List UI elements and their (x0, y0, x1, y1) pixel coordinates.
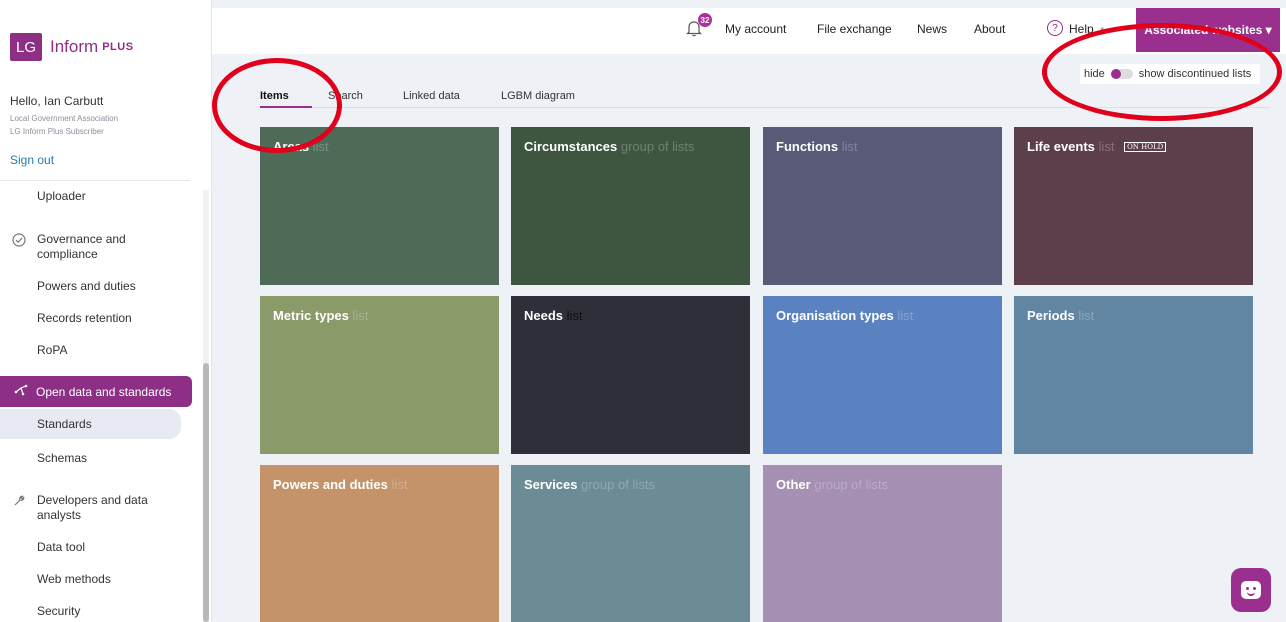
logo-name: Inform (50, 37, 99, 56)
tile-organisation-types[interactable]: Organisation types list (763, 296, 1002, 454)
sidebar-item-standards[interactable]: Standards (0, 409, 181, 439)
user-role: LG Inform Plus Subscriber (10, 127, 104, 136)
tile-title: Powers and duties (273, 477, 388, 492)
logo[interactable]: LG Inform PLUS (10, 33, 134, 61)
tile-metric-types[interactable]: Metric types list (260, 296, 499, 454)
sidebar-item-label: Uploader (37, 189, 86, 203)
logo-badge: LG (10, 33, 42, 61)
notification-badge: 32 (698, 13, 712, 27)
tile-kind: list (352, 308, 369, 323)
sidebar-item-governance[interactable]: Governance and compliance (11, 232, 157, 262)
sidebar-item-label: Developers and data analysts (37, 493, 148, 522)
tile-title: Services (524, 477, 578, 492)
annotation-oval-toggle (1042, 23, 1282, 121)
on-hold-badge: ON HOLD (1124, 142, 1167, 152)
sidebar-item-label: RoPA (37, 343, 68, 357)
tile-title: Periods (1027, 308, 1075, 323)
news-link[interactable]: News (917, 22, 947, 36)
tile-title: Functions (776, 139, 839, 154)
tile-kind: group of lists (581, 477, 655, 492)
sidebar-item-label: Governance and compliance (37, 232, 126, 261)
tile-kind: list (391, 477, 408, 492)
tile-title: Organisation types (776, 308, 894, 323)
tile-services[interactable]: Services group of lists (511, 465, 750, 622)
tab-lgbm-diagram[interactable]: LGBM diagram (501, 90, 575, 102)
tile-functions[interactable]: Functions list (763, 127, 1002, 285)
tile-title: Needs (524, 308, 564, 323)
tile-kind: list (1078, 308, 1095, 323)
tile-other[interactable]: Other group of lists (763, 465, 1002, 622)
sidebar-item-developers[interactable]: Developers and data analysts (11, 493, 157, 523)
sidebar-divider (0, 180, 190, 181)
check-circle-icon (11, 232, 27, 248)
sidebar-item-label: Security (37, 604, 81, 618)
tile-periods[interactable]: Periods list (1014, 296, 1253, 454)
sidebar-item-security[interactable]: Security (37, 604, 80, 618)
tile-kind: list (841, 139, 858, 154)
sidebar: LG Inform PLUS Hello, Ian Carbutt Local … (0, 0, 212, 622)
help-icon[interactable]: ? (1047, 20, 1063, 36)
tile-kind: list (897, 308, 914, 323)
sidebar-item-uploader[interactable]: Uploader (37, 189, 86, 203)
sidebar-item-schemas[interactable]: Schemas (37, 451, 87, 465)
tile-life-events[interactable]: Life events list ON HOLD (1014, 127, 1253, 285)
my-account-link[interactable]: My account (725, 22, 786, 36)
about-link[interactable]: About (974, 22, 1005, 36)
tile-circumstances[interactable]: Circumstances group of lists (511, 127, 750, 285)
tile-needs[interactable]: Needs list (511, 296, 750, 454)
sidebar-item-powers-and-duties[interactable]: Powers and duties (37, 279, 136, 293)
sidebar-item-label: Powers and duties (37, 279, 136, 293)
sidebar-item-data-tool[interactable]: Data tool (37, 540, 85, 554)
logo-plus: PLUS (102, 41, 134, 53)
sidebar-item-label: Records retention (37, 311, 132, 325)
sidebar-item-web-methods[interactable]: Web methods (37, 572, 111, 586)
annotation-oval-tabs (212, 58, 342, 153)
user-organisation: Local Government Association (10, 114, 119, 123)
sign-out-link[interactable]: Sign out (10, 153, 54, 167)
sidebar-scrollbar-thumb[interactable] (203, 363, 209, 622)
file-exchange-link[interactable]: File exchange (817, 22, 892, 36)
network-icon (14, 384, 28, 399)
tile-title: Metric types (273, 308, 349, 323)
wrench-icon (11, 493, 27, 509)
user-greeting: Hello, Ian Carbutt (10, 94, 104, 108)
chat-icon (1241, 581, 1261, 599)
tile-title: Other (776, 477, 811, 492)
tile-kind: group of lists (620, 139, 695, 154)
sidebar-item-records-retention[interactable]: Records retention (37, 311, 132, 325)
sidebar-item-label: Data tool (37, 540, 86, 554)
sidebar-item-label: Web methods (37, 572, 111, 586)
tile-kind: list (1098, 139, 1115, 154)
sidebar-item-label: Standards (37, 417, 92, 431)
sidebar-item-ropa[interactable]: RoPA (37, 343, 67, 357)
sidebar-item-label: Open data and standards (36, 384, 172, 399)
chat-button[interactable] (1231, 568, 1271, 612)
tab-linked-data[interactable]: Linked data (403, 90, 460, 102)
tile-powers-and-duties[interactable]: Powers and duties list (260, 465, 499, 622)
tile-kind: group of lists (814, 477, 888, 492)
tile-title: Circumstances (524, 139, 618, 154)
tile-kind: list (566, 308, 583, 323)
sidebar-item-label: Schemas (37, 451, 88, 465)
sidebar-item-open-data[interactable]: Open data and standards (0, 376, 192, 407)
tile-title: Life events (1027, 139, 1095, 154)
